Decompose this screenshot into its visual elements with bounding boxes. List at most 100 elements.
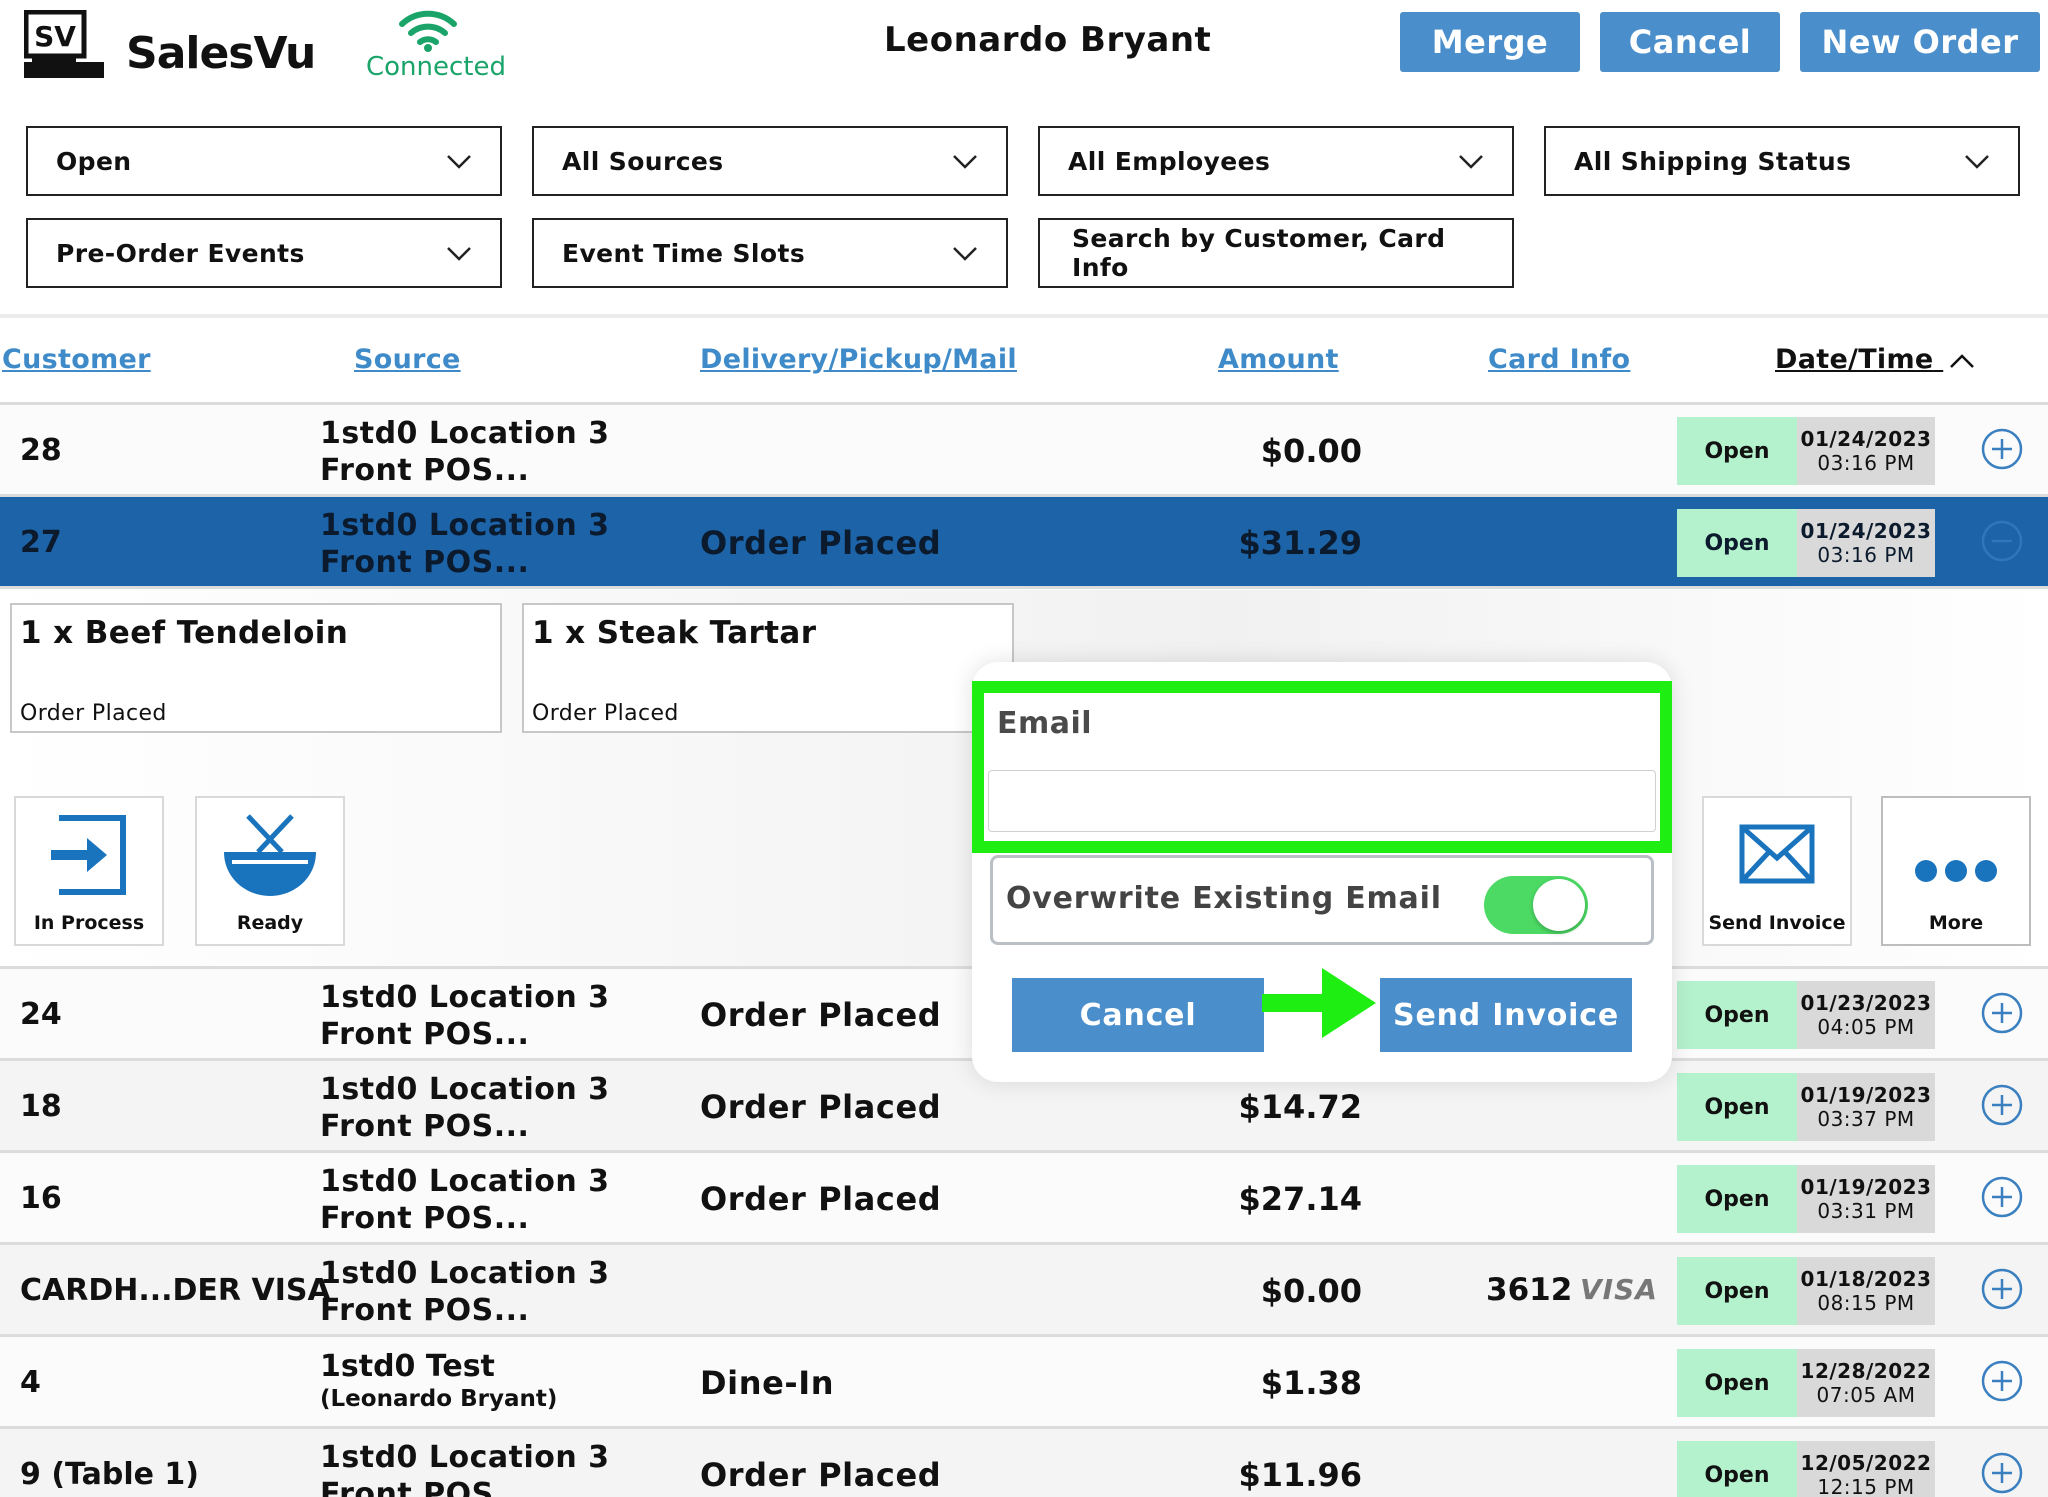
order-date: 01/18/2023 <box>1800 1267 1932 1291</box>
order-customer: 4 <box>20 1365 41 1400</box>
email-input[interactable] <box>988 770 1656 832</box>
cancel-button[interactable]: Cancel <box>1600 12 1780 72</box>
table-row[interactable]: 28 1std0 Location 3 Front POS... $0.00 O… <box>0 405 2048 497</box>
logo-text: SV <box>34 20 76 53</box>
chevron-down-icon <box>1965 155 1989 169</box>
toggle-knob <box>1533 879 1585 931</box>
customer-search-input[interactable]: Search by Customer, Card Info <box>1038 218 1514 288</box>
more-label: More <box>1928 912 1984 934</box>
order-date: 12/05/2022 <box>1800 1451 1932 1475</box>
status-label: Open <box>1677 1441 1797 1497</box>
column-header-amount[interactable]: Amount <box>1218 344 1339 375</box>
status-badge: Open 01/24/2023 03:16 PM <box>1677 417 1935 485</box>
order-customer: 9 (Table 1) <box>20 1457 200 1492</box>
order-time: 08:15 PM <box>1817 1291 1915 1315</box>
column-header-source[interactable]: Source <box>354 344 461 375</box>
expand-plus-icon[interactable] <box>1980 1267 2024 1311</box>
order-source-line2: Front POS... <box>320 1201 530 1236</box>
overwrite-email-label: Overwrite Existing Email <box>1006 881 1442 916</box>
order-source: 1std0 Location 3 Front POS... <box>320 1255 610 1329</box>
events-filter-value: Pre-Order Events <box>56 238 305 268</box>
salesvu-logo: SV <box>23 9 104 80</box>
order-source-line2: Front POS... <box>320 1109 530 1144</box>
in-process-button[interactable]: In Process <box>14 796 164 946</box>
expand-plus-icon[interactable] <box>1980 1451 2024 1495</box>
column-header-card-info[interactable]: Card Info <box>1488 344 1630 375</box>
column-header-delivery[interactable]: Delivery/Pickup/Mail <box>700 344 1017 375</box>
order-source-line2: Front POS... <box>320 1477 530 1497</box>
order-source-line2: Front POS... <box>320 1293 530 1328</box>
status-filter-dropdown[interactable]: Open <box>26 126 502 196</box>
order-time: 04:05 PM <box>1817 1015 1915 1039</box>
order-datetime: 01/24/2023 03:16 PM <box>1797 417 1935 485</box>
order-source-line2: Front POS... <box>320 453 530 488</box>
divider <box>0 314 2048 318</box>
send-invoice-action-button[interactable]: Send Invoice <box>1702 796 1852 946</box>
order-item-card[interactable]: 1 x Beef Tendeloin Order Placed <box>10 603 502 733</box>
sources-filter-dropdown[interactable]: All Sources <box>532 126 1008 196</box>
send-invoice-action-label: Send Invoice <box>1708 912 1846 934</box>
chevron-down-icon <box>953 155 977 169</box>
overwrite-email-toggle[interactable] <box>1484 876 1588 934</box>
enter-arrow-icon <box>51 815 126 895</box>
table-row[interactable]: 9 (Table 1) 1std0 Location 3 Front POS... O… <box>0 1429 2048 1497</box>
order-customer: 27 <box>20 525 62 560</box>
expand-plus-icon[interactable] <box>1980 991 2024 1035</box>
chevron-down-icon <box>953 247 977 261</box>
employees-filter-dropdown[interactable]: All Employees <box>1038 126 1514 196</box>
order-item-status: Order Placed <box>20 701 167 726</box>
events-filter-dropdown[interactable]: Pre-Order Events <box>26 218 502 288</box>
order-amount: $27.14 <box>1238 1180 1362 1218</box>
expand-plus-icon[interactable] <box>1980 1359 2024 1403</box>
status-filter-value: Open <box>56 146 132 176</box>
new-order-button[interactable]: New Order <box>1800 12 2040 72</box>
status-badge: Open 12/28/2022 07:05 AM <box>1677 1349 1935 1417</box>
order-datetime: 01/24/2023 03:16 PM <box>1797 509 1935 577</box>
popover-send-invoice-button[interactable]: Send Invoice <box>1380 978 1632 1052</box>
merge-button[interactable]: Merge <box>1400 12 1580 72</box>
wifi-icon <box>398 8 458 52</box>
order-item-card[interactable]: 1 x Steak Tartar Order Placed <box>522 603 1014 733</box>
chevron-down-icon <box>447 247 471 261</box>
order-source: 1std0 Location 3 Front POS... <box>320 415 610 489</box>
sort-ascending-icon <box>1950 353 1975 368</box>
order-time: 12:15 PM <box>1817 1475 1915 1497</box>
ready-button[interactable]: Ready <box>195 796 345 946</box>
table-row[interactable]: 16 1std0 Location 3 Front POS... Order Plac… <box>0 1153 2048 1245</box>
status-label: Open <box>1677 1165 1797 1233</box>
expand-plus-icon[interactable] <box>1980 427 2024 471</box>
expand-plus-icon[interactable] <box>1980 1083 2024 1127</box>
order-time: 03:16 PM <box>1817 451 1915 475</box>
expand-plus-icon[interactable] <box>1980 1175 2024 1219</box>
table-row-selected[interactable]: 27 1std0 Location 3 Front POS... Order P… <box>0 497 2048 589</box>
connection-status: Connected <box>366 52 507 82</box>
time-slots-filter-value: Event Time Slots <box>562 238 806 268</box>
time-slots-filter-dropdown[interactable]: Event Time Slots <box>532 218 1008 288</box>
collapse-minus-icon[interactable] <box>1980 519 2024 563</box>
popover-cancel-button[interactable]: Cancel <box>1012 978 1264 1052</box>
status-badge: Open 01/23/2023 04:05 PM <box>1677 981 1935 1049</box>
order-time: 03:31 PM <box>1817 1199 1915 1223</box>
order-item-status: Order Placed <box>532 701 679 726</box>
order-delivery: Order Placed <box>700 524 942 562</box>
column-header-customer[interactable]: Customer <box>2 344 151 375</box>
ready-label: Ready <box>236 912 304 934</box>
order-source: 1std0 Location 3 Front POS... <box>320 1163 610 1237</box>
status-badge: Open 01/24/2023 03:16 PM <box>1677 509 1935 577</box>
order-source: 1std0 Location 3 Front POS... <box>320 979 610 1053</box>
order-delivery: Order Placed <box>700 1456 942 1494</box>
order-date: 12/28/2022 <box>1800 1359 1932 1383</box>
shipping-filter-dropdown[interactable]: All Shipping Status <box>1544 126 2020 196</box>
table-row[interactable]: 4 1std0 Test (Leonardo Bryant) Dine-In $1.38… <box>0 1337 2048 1429</box>
status-label: Open <box>1677 417 1797 485</box>
more-button[interactable]: More <box>1881 796 2031 946</box>
column-header-datetime[interactable]: Date/Time <box>1775 344 1975 375</box>
status-badge: Open 01/19/2023 03:31 PM <box>1677 1165 1935 1233</box>
order-source-line1: 1std0 Location 3 <box>320 1256 610 1291</box>
status-badge: Open 12/05/2022 12:15 PM <box>1677 1441 1935 1497</box>
table-row[interactable]: CARDH...DER VISA 1std0 Location 3 Front PO… <box>0 1245 2048 1337</box>
order-datetime: 01/23/2023 04:05 PM <box>1797 981 1935 1049</box>
order-datetime: 12/05/2022 12:15 PM <box>1797 1441 1935 1497</box>
order-source: 1std0 Test (Leonardo Bryant) <box>320 1351 557 1415</box>
order-source: 1std0 Location 3 Front POS... <box>320 1071 610 1145</box>
